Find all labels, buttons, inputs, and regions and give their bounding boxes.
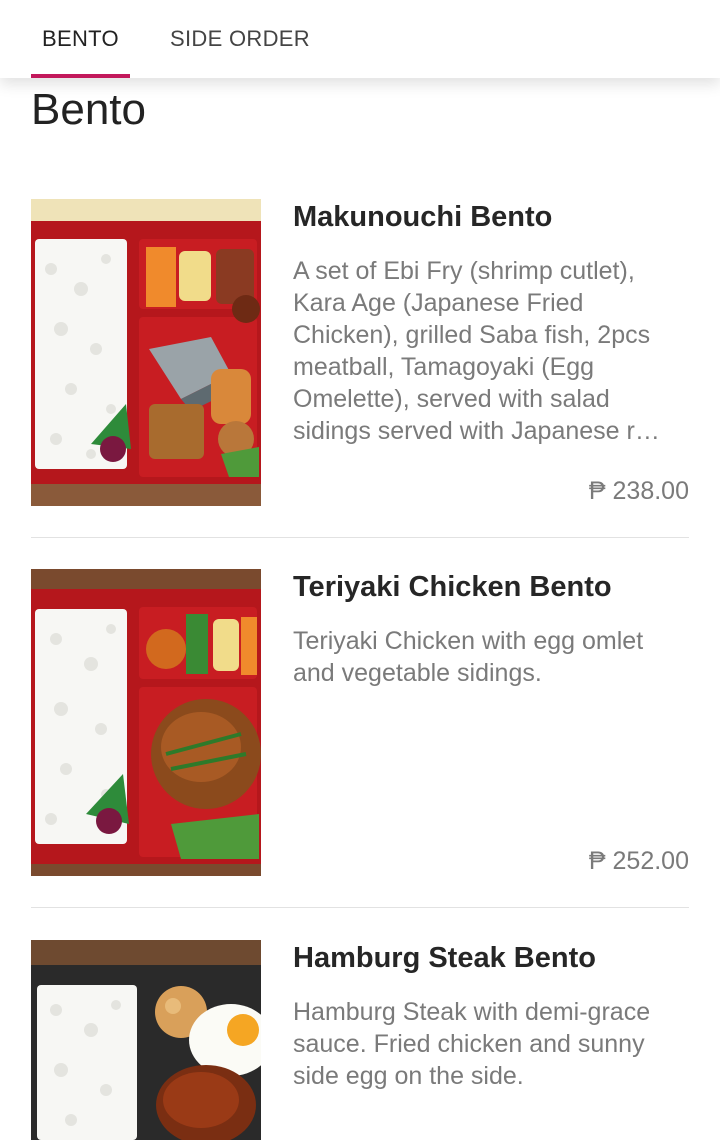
menu-item[interactable]: Teriyaki Chicken Bento Teriyaki Chicken … [31, 569, 689, 876]
tab-bento[interactable]: BENTO [31, 0, 130, 78]
menu-item-price: ₱ 238.00 [588, 477, 689, 505]
menu-item-description: Hamburg Steak with demi-grace sauce. Fri… [293, 998, 651, 1090]
menu-item-description: A set of Ebi Fry (shrimp cutlet), Kara A… [293, 257, 660, 445]
menu-item[interactable]: Makunouchi Bento A set of Ebi Fry (shrim… [31, 199, 689, 506]
menu-item-name: Hamburg Steak Bento [293, 942, 596, 974]
menu-item-description: Teriyaki Chicken with egg omlet and vege… [293, 627, 644, 687]
menu-item[interactable]: Hamburg Steak Bento Hamburg Steak with d… [31, 940, 689, 1140]
active-tab-indicator [31, 74, 130, 78]
divider [31, 537, 689, 538]
tab-bar: BENTO SIDE ORDER [0, 0, 720, 78]
menu-item-image[interactable] [31, 569, 261, 876]
tab-side-order[interactable]: SIDE ORDER [160, 0, 320, 78]
menu-item-price: ₱ 252.00 [588, 847, 689, 875]
section-title: Bento [31, 85, 146, 134]
menu-item-image[interactable] [31, 940, 261, 1140]
divider [31, 907, 689, 908]
menu-item-image[interactable] [31, 199, 261, 506]
menu-item-name: Makunouchi Bento [293, 201, 553, 233]
menu-item-name: Teriyaki Chicken Bento [293, 571, 612, 603]
